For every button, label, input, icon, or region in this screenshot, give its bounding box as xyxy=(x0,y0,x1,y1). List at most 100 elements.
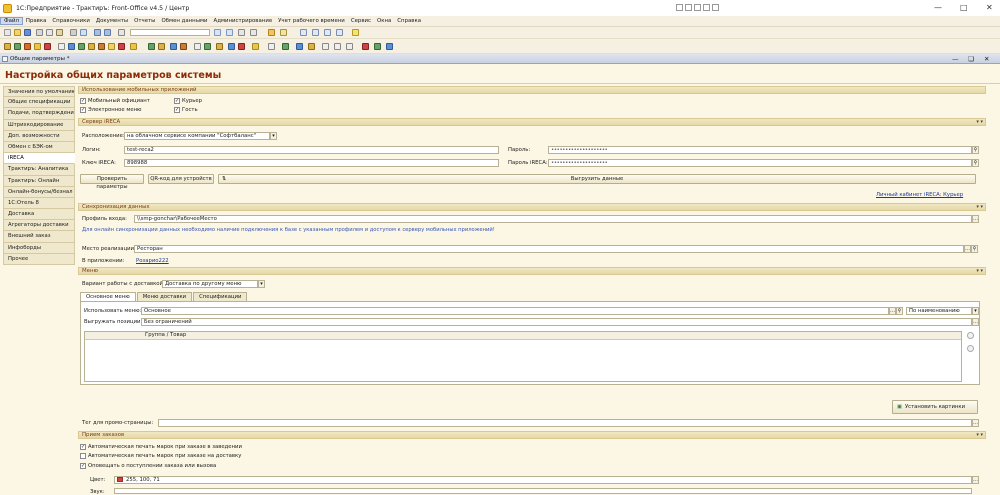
use-menu-more-icon[interactable]: … xyxy=(889,307,896,315)
color-more-icon[interactable]: … xyxy=(972,476,979,484)
quick-btn-3[interactable] xyxy=(694,4,701,11)
app-tool-25-icon[interactable] xyxy=(282,43,289,50)
checkbox-checked-icon[interactable]: ✓ xyxy=(80,444,86,450)
app-tool-3-icon[interactable] xyxy=(24,43,31,50)
new-doc-icon[interactable] xyxy=(4,29,11,36)
checkbox-checked-icon[interactable]: ✓ xyxy=(174,107,180,113)
app-tool-29-icon[interactable] xyxy=(334,43,341,50)
checkbox-electronic-menu[interactable]: ✓ Электронное меню xyxy=(80,107,142,113)
sort-select[interactable]: По наименованию xyxy=(906,307,972,315)
sidebar-item-online[interactable]: Трактиръ: Онлайн xyxy=(3,175,75,187)
menu-item-edit[interactable]: Правка xyxy=(23,18,50,24)
promo-tag-field[interactable] xyxy=(158,419,972,427)
sidebar-item-bonuses[interactable]: Онлайн-бонусы/безнал xyxy=(3,186,75,198)
checkbox-auto-print-delivery[interactable]: Автоматическая печать марок при заказе н… xyxy=(80,453,241,459)
sidebar-item-specifications[interactable]: Общие спецификации xyxy=(3,97,75,109)
sidebar-item-back-office[interactable]: Обмен с БЭК-ом xyxy=(3,141,75,154)
chevron-down-icon[interactable]: ▾ xyxy=(972,307,979,315)
quick-access-buttons[interactable] xyxy=(676,4,719,11)
sound-field[interactable] xyxy=(114,488,972,494)
app-tool-2-icon[interactable] xyxy=(14,43,21,50)
app-tool-14-icon[interactable] xyxy=(148,43,155,50)
location-select[interactable]: на облачном сервисе компании "Софтбаланс… xyxy=(124,132,270,140)
app-tool-17-icon[interactable] xyxy=(180,43,187,50)
menu-item-data-exchange[interactable]: Обмен данными xyxy=(158,18,210,24)
section-collapse-icon[interactable]: ▾ ▾ xyxy=(976,268,983,274)
calc-icon[interactable] xyxy=(268,29,275,36)
use-menu-search-icon[interactable]: ⚲ xyxy=(896,307,903,315)
app-tool-15-icon[interactable] xyxy=(158,43,165,50)
app-tool-21-icon[interactable] xyxy=(228,43,235,50)
menu-item-catalogs[interactable]: Справочники xyxy=(49,18,92,24)
menu-item-file[interactable]: Файл xyxy=(0,17,23,25)
undo-icon[interactable] xyxy=(94,29,101,36)
help-icon[interactable] xyxy=(352,29,359,36)
place-more-icon[interactable]: … xyxy=(964,245,971,253)
checkbox-guest[interactable]: ✓ Гость xyxy=(174,107,198,113)
sidebar-item-infoboards[interactable]: Инфоборды xyxy=(3,242,75,254)
sidebar-item-ireca[interactable]: iRECA xyxy=(3,153,75,165)
app-tool-13-icon[interactable] xyxy=(130,43,137,50)
checkbox-checked-icon[interactable]: ✓ xyxy=(174,98,180,104)
open-folder-icon[interactable] xyxy=(14,29,21,36)
checkbox-unchecked-icon[interactable] xyxy=(80,453,86,459)
grid-add-icon[interactable] xyxy=(966,332,974,339)
save-icon[interactable] xyxy=(24,29,31,36)
checkbox-notify[interactable]: ✓ Оповещать о поступлении заказа или вызо… xyxy=(80,463,216,469)
tab-specifications[interactable]: Спецификации xyxy=(193,292,248,301)
menu-item-worktime[interactable]: Учет рабочего времени xyxy=(275,18,348,24)
app-tool-23-icon[interactable] xyxy=(252,43,259,50)
app-tool-4-icon[interactable] xyxy=(34,43,41,50)
quick-btn-2[interactable] xyxy=(685,4,692,11)
app-tool-32-icon[interactable] xyxy=(374,43,381,50)
print-icon[interactable] xyxy=(70,29,77,36)
paste-icon[interactable] xyxy=(56,29,63,36)
cabinet-link[interactable]: Личный кабинет iRECA: Курьер xyxy=(876,192,963,198)
subwin-close-icon[interactable]: ✕ xyxy=(984,55,989,63)
password-lookup-icon[interactable]: ⚲ xyxy=(972,146,979,154)
copy-icon[interactable] xyxy=(46,29,53,36)
color-field[interactable]: 255, 100, 71 xyxy=(114,476,972,484)
sidebar-item-defaults[interactable]: Значения по умолчанию xyxy=(3,86,75,98)
use-menu-field[interactable]: Основное xyxy=(141,307,889,315)
app-tool-11-icon[interactable] xyxy=(108,43,115,50)
menu-item-windows[interactable]: Окна xyxy=(374,18,394,24)
password-field[interactable]: •••••••••••••••••••• xyxy=(548,146,972,154)
close-icon[interactable]: ✕ xyxy=(986,3,993,12)
checkbox-checked-icon[interactable]: ✓ xyxy=(80,98,86,104)
section-collapse-icon[interactable]: ▾ ▾ xyxy=(976,119,983,125)
app-tool-16-icon[interactable] xyxy=(170,43,177,50)
upload-data-button[interactable]: ⇅ Выгрузить данные xyxy=(218,174,976,184)
products-grid[interactable]: Группа / Товар xyxy=(84,331,974,382)
app-tool-1-icon[interactable] xyxy=(4,43,11,50)
search-combo[interactable] xyxy=(130,29,210,36)
sidebar-item-analytics[interactable]: Трактиръ: Аналитика xyxy=(3,164,75,176)
subwin-restore-icon[interactable]: ❏ xyxy=(968,55,974,63)
place-field[interactable]: Ресторан xyxy=(134,245,964,253)
export-more-icon[interactable]: … xyxy=(972,318,979,326)
app-tool-28-icon[interactable] xyxy=(322,43,329,50)
sidebar-item-aggregators[interactable]: Агрегаторы доставки xyxy=(3,220,75,232)
checkbox-courier[interactable]: ✓ Курьер xyxy=(174,98,202,104)
app-tool-33-icon[interactable] xyxy=(386,43,393,50)
toolbar-icon-m1[interactable] xyxy=(300,29,307,36)
find-icon[interactable] xyxy=(118,29,125,36)
calendar-icon[interactable] xyxy=(280,29,287,36)
app-tool-30-icon[interactable] xyxy=(346,43,353,50)
section-collapse-icon[interactable]: ▾ ▾ xyxy=(976,204,983,210)
redo-icon[interactable] xyxy=(104,29,111,36)
minimize-icon[interactable]: — xyxy=(934,3,942,12)
ireca-key-field[interactable]: 898988 xyxy=(124,159,499,167)
menu-item-reports[interactable]: Отчеты xyxy=(131,18,158,24)
preview-icon[interactable] xyxy=(80,29,87,36)
quick-btn-1[interactable] xyxy=(676,4,683,11)
set-images-button[interactable]: ▣ Установить картинки xyxy=(892,400,978,414)
ireca-password-lookup-icon[interactable]: ⚲ xyxy=(972,159,979,167)
app-tool-18-icon[interactable] xyxy=(194,43,201,50)
app-tool-9-icon[interactable] xyxy=(88,43,95,50)
menu-item-service[interactable]: Сервис xyxy=(348,18,374,24)
checkbox-mobile-waiter[interactable]: ✓ Мобильный официант xyxy=(80,98,150,104)
qr-code-button[interactable]: QR-код для устройств xyxy=(148,174,214,184)
chevron-down-icon[interactable]: ▾ xyxy=(270,132,277,140)
toolbar-icon-m2[interactable] xyxy=(312,29,319,36)
